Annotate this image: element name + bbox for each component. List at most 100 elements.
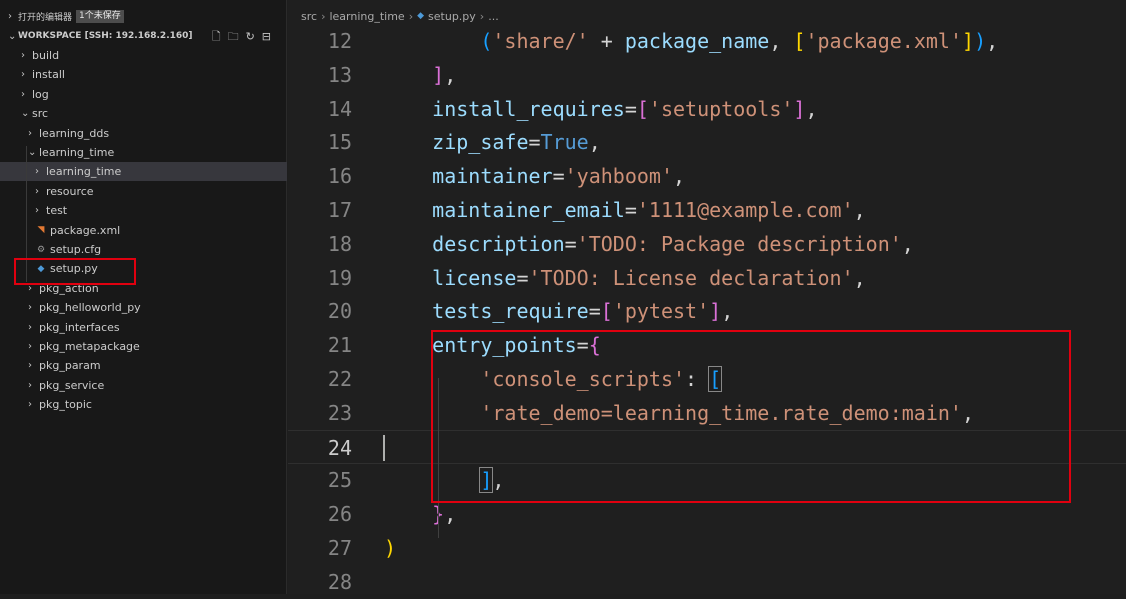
code-text: license='TODO: License declaration', [432,265,866,290]
code-line[interactable]: 12 ('share/' + package_name, ['package.x… [288,24,1126,58]
chevron-right-icon: › [21,88,25,100]
explorer-sidebar: › 打开的编辑器 1个未保存 ⌄ WORKSPACE [SSH: 192.168… [0,0,287,594]
workspace-header[interactable]: ⌄ WORKSPACE [SSH: 192.168.2.160] 🗋 🗀 ↻ ⊟ [0,27,287,45]
tree-item-pkg-param[interactable]: › pkg_param [0,356,287,375]
chevron-right-icon: › [28,321,32,333]
code-text: ('share/' + package_name, ['package.xml'… [480,29,999,53]
code-text: 'rate_demo=learning_time.rate_demo:main'… [480,400,975,425]
chevron-right-icon: › [8,10,12,22]
tree-item-label: learning_time [39,146,115,159]
code-editor[interactable]: src › learning_time › ◆ setup.py › ... 1… [288,0,1126,594]
line-number: 15 [327,130,352,155]
tree-item-test[interactable]: › test [0,201,287,220]
tree-item-learning-time[interactable]: › learning_time [0,162,287,182]
line-number: 26 [327,502,352,527]
tree-item-label: package.xml [50,223,121,237]
tree-item-label: build [32,49,60,62]
line-number: 27 [327,536,352,560]
tree-item-label: pkg_service [39,378,105,392]
tree-item-build[interactable]: › build [0,46,287,65]
code-text: zip_safe=True, [432,130,601,155]
tree-item-learning-dds[interactable]: › learning_dds [0,124,287,143]
refresh-icon[interactable]: ↻ [246,31,255,42]
tree-item-label: resource [46,184,94,198]
code-line[interactable]: 23 'rate_demo=learning_time.rate_demo:ma… [288,396,1126,430]
code-line[interactable]: 25 ], [288,463,1126,497]
rss-xml-icon: ◥ [37,225,45,236]
tree-item-label: pkg_param [39,359,101,373]
code-line[interactable]: 26 }, [288,497,1126,531]
chevron-right-icon: › [28,302,32,314]
open-editors-header[interactable]: › 打开的编辑器 1个未保存 [0,7,287,25]
code-line[interactable]: 22 'console_scripts': [ [288,362,1126,396]
code-line[interactable]: 16 maintainer='yahboom', [288,159,1126,193]
tree-item-label: pkg_interfaces [39,320,120,334]
breadcrumb-setup-py[interactable]: setup.py [428,10,476,23]
code-text: ], [432,62,457,87]
code-text: install_requires=['setuptools'], [432,96,818,121]
chevron-right-icon: › [21,69,25,81]
code-line[interactable]: 14 install_requires=['setuptools'], [288,92,1126,126]
code-line[interactable]: 18 description='TODO: Package descriptio… [288,227,1126,261]
indent-guide [438,378,439,538]
code-line[interactable]: 20 tests_require=['pytest'], [288,294,1126,328]
code-text: }, [432,502,457,527]
tree-item-label: pkg_metapackage [39,340,140,353]
code-line[interactable]: 24 [288,429,1126,464]
tree-item-pkg-service[interactable]: › pkg_service [0,376,287,395]
indent-guide [26,146,27,282]
tree-item-pkg-topic[interactable]: › pkg_topic [0,395,287,414]
code-line[interactable]: 13 ], [288,58,1126,92]
line-number: 13 [327,62,352,87]
collapse-all-icon[interactable]: ⊟ [262,31,271,42]
code-line[interactable]: 15 zip_safe=True, [288,125,1126,159]
code-line[interactable]: 21 entry_points={ [288,328,1126,362]
tree-item-label: install [32,68,65,82]
line-number: 12 [327,29,352,53]
chevron-right-icon: › [28,127,32,139]
tree-item-pkg-helloworld-py[interactable]: › pkg_helloworld_py [0,298,287,317]
code-text: 'console_scripts': [ [480,366,723,392]
chevron-right-icon: › [35,205,39,217]
new-folder-icon[interactable]: 🗀 [228,31,239,42]
code-line[interactable]: 17 maintainer_email='1111@example.com', [288,193,1126,227]
breadcrumb-src[interactable]: src [301,10,317,23]
line-number: 14 [327,96,352,121]
line-number: 25 [327,468,352,493]
tree-item-label: pkg_action [39,281,99,295]
tree-item-setup-py[interactable]: ◆ setup.py [0,259,287,278]
code-line[interactable]: 19 license='TODO: License declaration', [288,261,1126,295]
chevron-down-icon: ⌄ [8,30,17,42]
chevron-right-icon: › [28,341,32,352]
code-line[interactable]: 27) [288,531,1126,565]
chevron-right-icon: › [479,9,485,23]
tree-item-learning-time[interactable]: ⌄ learning_time [0,143,287,162]
tree-item-log[interactable]: › log [0,85,287,104]
line-number: 20 [327,299,352,324]
tree-item-package-xml[interactable]: ◥ package.xml [0,221,287,240]
tree-item-install[interactable]: › install [0,65,287,84]
breadcrumb-more[interactable]: ... [488,10,499,23]
code-text: maintainer='yahboom', [432,164,686,189]
chevron-right-icon: › [408,9,414,23]
chevron-down-icon: ⌄ [28,147,37,158]
gear-icon: ⚙ [36,244,46,255]
chevron-right-icon: › [321,9,326,23]
breadcrumb-learning-time[interactable]: learning_time [329,10,404,23]
tree-item-setup-cfg[interactable]: ⚙ setup.cfg [0,240,287,259]
tree-item-resource[interactable]: › resource [0,182,287,201]
new-file-icon[interactable]: 🗋 [212,31,221,42]
code-text: ], [479,467,505,494]
unsaved-count-badge: 1个未保存 [76,9,124,23]
line-number: 23 [327,400,352,425]
line-number: 17 [327,198,352,222]
code-text: maintainer_email='1111@example.com', [432,198,866,222]
tree-item-src[interactable]: ⌄ src [0,104,287,123]
tree-item-pkg-action[interactable]: › pkg_action [0,279,287,298]
line-number: 18 [327,231,352,256]
tree-item-label: setup.py [50,262,98,276]
tree-item-pkg-metapackage[interactable]: › pkg_metapackage [0,337,287,356]
chevron-right-icon: › [28,399,32,411]
tree-item-label: setup.cfg [50,243,102,256]
tree-item-pkg-interfaces[interactable]: › pkg_interfaces [0,318,287,337]
